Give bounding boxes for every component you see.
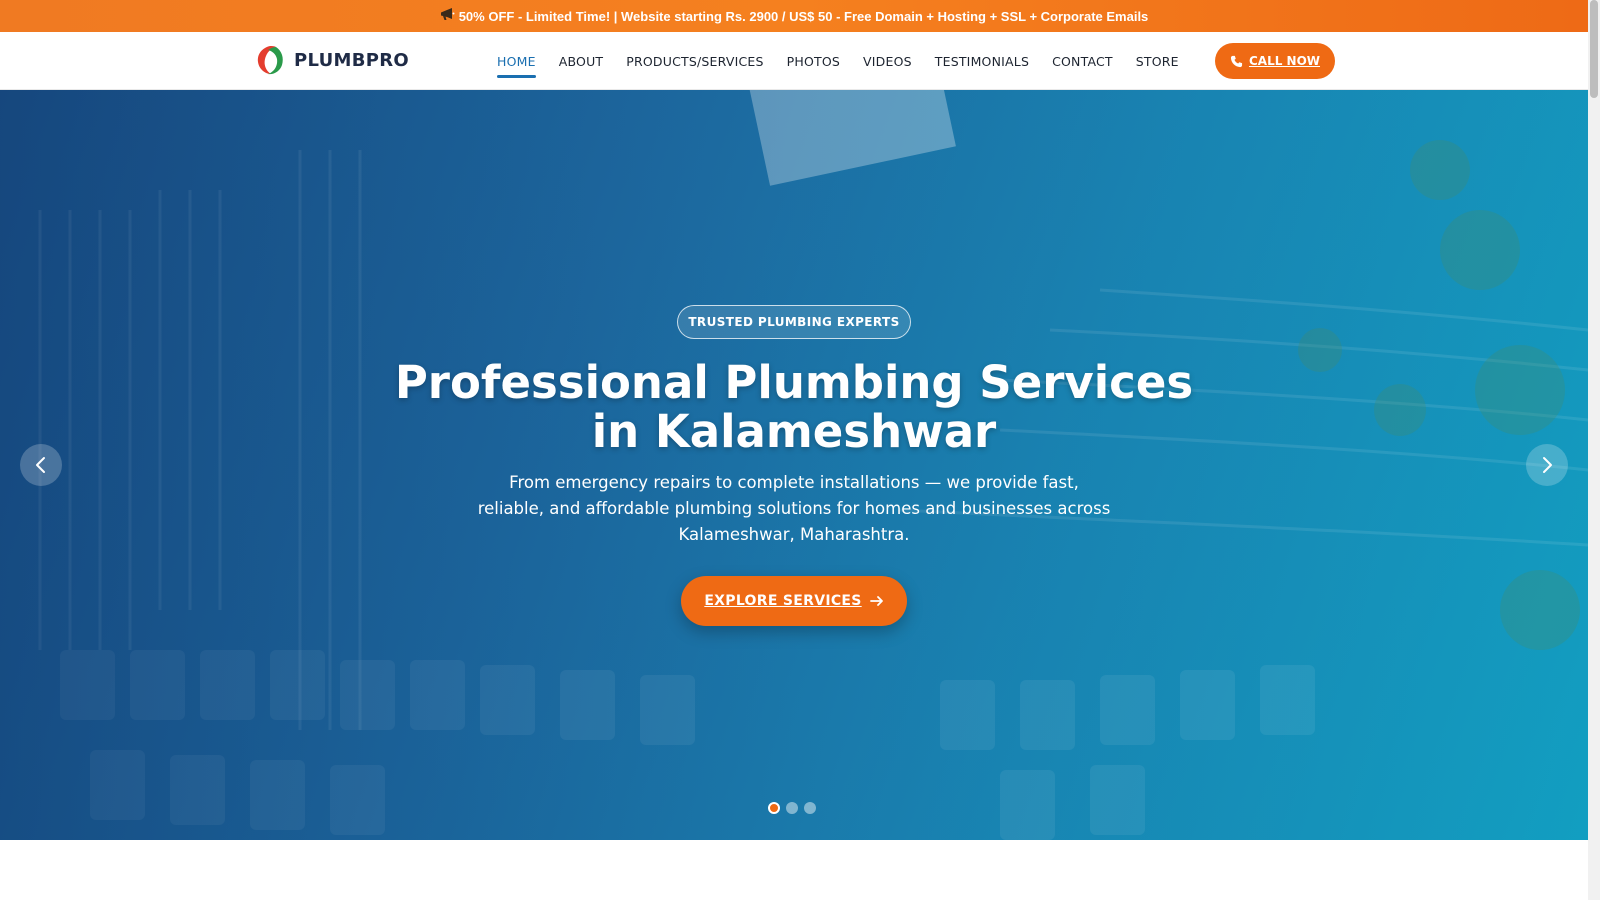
nav-item-testimonials[interactable]: TESTIMONIALS [923, 32, 1040, 90]
chevron-right-icon [1543, 457, 1552, 473]
logo-mark-icon [257, 46, 283, 75]
hero-title: Professional Plumbing Services in Kalame… [394, 356, 1194, 458]
promo-text: 50% OFF - Limited Time! | Website starti… [458, 8, 1149, 24]
slider-dot-2[interactable] [786, 802, 798, 814]
nav-item-store[interactable]: STORE [1124, 32, 1190, 90]
slider-dot-1[interactable] [768, 802, 780, 814]
nav-item-about[interactable]: ABOUT [547, 32, 615, 90]
slider-dot-3[interactable] [804, 802, 816, 814]
arrow-right-icon [869, 596, 883, 606]
scrollbar-thumb[interactable] [1590, 0, 1598, 98]
hero-content: TRUSTED PLUMBING EXPERTS Professional Pl… [0, 90, 1588, 840]
hero-badge: TRUSTED PLUMBING EXPERTS [677, 305, 911, 339]
hero-subtitle: From emergency repairs to complete insta… [477, 473, 1111, 544]
phone-icon [1230, 55, 1243, 67]
call-now-button[interactable]: CALL NOW [1215, 43, 1335, 79]
slider-prev-button[interactable] [20, 444, 62, 486]
explore-services-label: EXPLORE SERVICES [704, 593, 862, 609]
nav-item-home[interactable]: HOME [497, 32, 547, 90]
logo-text: PLUMBPRO [294, 49, 410, 71]
nav-item-photos[interactable]: PHOTOS [775, 32, 851, 90]
site-header: PLUMBPRO HOME ABOUT PRODUCTS/SERVICES PH… [0, 32, 1588, 90]
explore-services-button[interactable]: EXPLORE SERVICES [681, 576, 907, 626]
hero-slider: TRUSTED PLUMBING EXPERTS Professional Pl… [0, 90, 1588, 840]
nav-item-contact[interactable]: CONTACT [1041, 32, 1125, 90]
slider-dots [768, 802, 816, 814]
main-nav: HOME ABOUT PRODUCTS/SERVICES PHOTOS VIDE… [497, 32, 1190, 90]
logo[interactable]: PLUMBPRO [254, 44, 409, 76]
chevron-left-icon [36, 457, 45, 473]
slider-next-button[interactable] [1526, 444, 1568, 486]
promo-bar: 50% OFF - Limited Time! | Website starti… [0, 0, 1588, 32]
nav-item-products-services[interactable]: PRODUCTS/SERVICES [615, 32, 775, 90]
call-now-label: CALL NOW [1248, 54, 1321, 68]
megaphone-icon [440, 8, 455, 24]
page-scrollbar[interactable] [1588, 0, 1600, 900]
nav-item-videos[interactable]: VIDEOS [852, 32, 924, 90]
